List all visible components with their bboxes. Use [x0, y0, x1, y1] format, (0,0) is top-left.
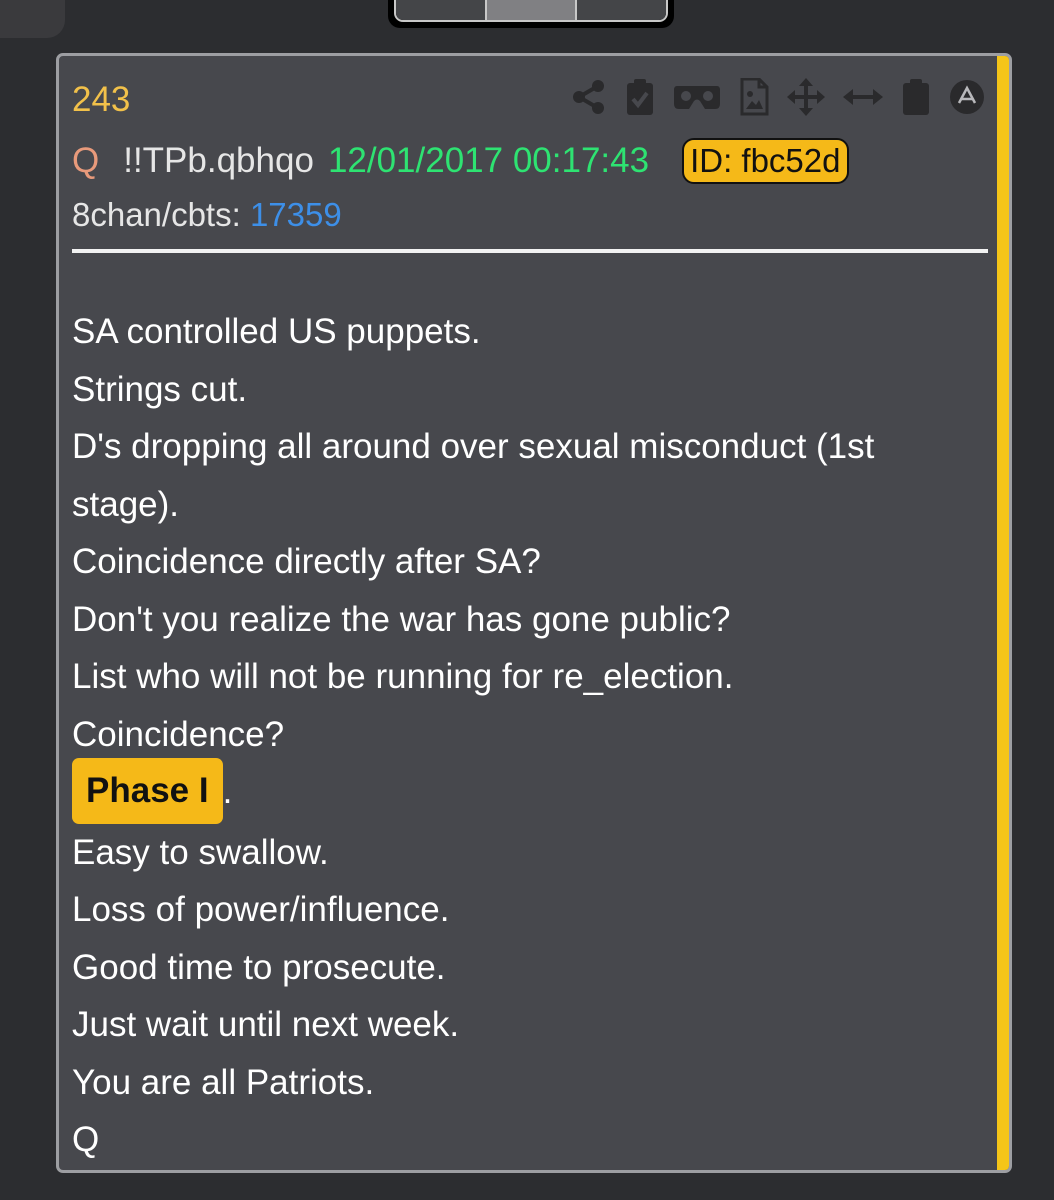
share-icon[interactable]	[571, 79, 607, 115]
post-body: SA controlled US puppets. Strings cut. D…	[72, 303, 972, 1169]
phase-highlight: Phase I	[72, 757, 223, 824]
segment-3[interactable]	[577, 0, 666, 20]
divider	[72, 249, 988, 253]
body-line: Just wait until next week.	[72, 1005, 460, 1045]
id-badge[interactable]: ID: fbc52d	[682, 138, 849, 184]
vr-goggles-icon[interactable]	[673, 82, 721, 112]
move-arrows-icon[interactable]	[787, 78, 825, 116]
body-line: List who will not be running for re_elec…	[72, 657, 734, 696]
page: 243 Q !!TPb.qbhqo 12/01/2017 00:17:43 ID…	[0, 0, 1054, 1200]
post-toolbar	[571, 78, 985, 116]
board-line: 8chan/cbts: 17359	[72, 196, 342, 234]
body-line: Don't you realize the war has gone publi…	[72, 599, 731, 639]
segmented-control[interactable]	[388, 0, 674, 28]
author-name: Q	[72, 141, 100, 180]
body-line: Coincidence?	[72, 714, 285, 754]
author-line: Q !!TPb.qbhqo 12/01/2017 00:17:43 ID: fb…	[72, 138, 849, 184]
horizontal-arrows-icon[interactable]	[843, 87, 883, 107]
accent-bar	[997, 56, 1009, 1170]
segment-1[interactable]	[396, 0, 487, 20]
post-card: 243 Q !!TPb.qbhqo 12/01/2017 00:17:43 ID…	[56, 53, 1012, 1173]
body-line: Loss of power/influence.	[72, 890, 450, 930]
circle-a-icon[interactable]	[949, 79, 985, 115]
clipboard-check-icon[interactable]	[625, 78, 655, 116]
tripcode: !!TPb.qbhqo	[123, 141, 314, 180]
top-left-tab[interactable]	[0, 0, 65, 38]
highlight-line: Phase I.	[72, 757, 972, 824]
body-line: SA controlled US puppets.	[72, 312, 481, 351]
body-line: Coincidence directly after SA?	[72, 542, 541, 581]
post-timestamp: 12/01/2017 00:17:43	[327, 141, 650, 180]
image-file-icon[interactable]	[739, 78, 769, 116]
body-line: You are all Patriots.	[72, 1062, 375, 1102]
body-line: Strings cut.	[72, 369, 248, 409]
body-line: D's dropping all around over sexual misc…	[72, 427, 875, 524]
board-label: 8chan/cbts:	[72, 196, 241, 233]
clipboard-icon[interactable]	[901, 78, 931, 116]
signature: Q	[72, 1120, 100, 1160]
highlight-suffix: .	[222, 772, 233, 811]
segment-2[interactable]	[486, 0, 578, 20]
board-post-link[interactable]: 17359	[250, 196, 342, 233]
post-number: 243	[72, 80, 131, 119]
body-line: Good time to prosecute.	[72, 947, 446, 987]
body-line: Easy to swallow.	[72, 832, 329, 872]
